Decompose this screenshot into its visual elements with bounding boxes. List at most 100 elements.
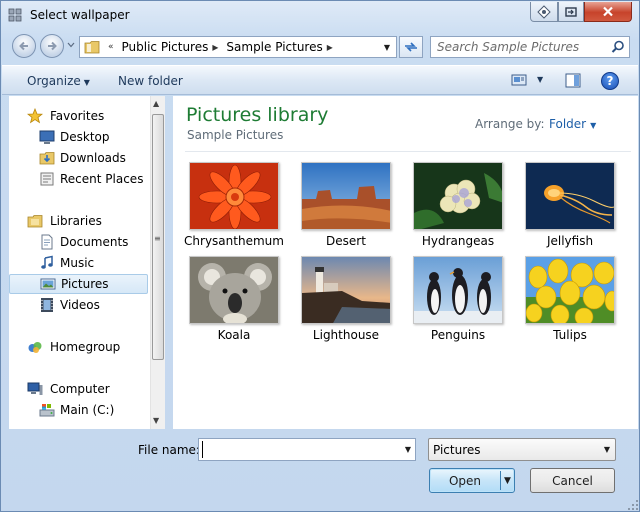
file-name-input[interactable] <box>202 441 392 458</box>
thumbnail-lighthouse[interactable]: Lighthouse <box>293 256 399 346</box>
chevron-down-icon: ▼ <box>83 78 90 87</box>
thumbnail-label: Tulips <box>553 328 587 342</box>
cancel-button[interactable]: Cancel <box>530 468 615 493</box>
arrange-by-dropdown[interactable]: Folder ▼ <box>549 117 596 131</box>
sidebar-item-libraries[interactable]: Libraries <box>9 211 148 231</box>
search-box[interactable] <box>430 36 630 58</box>
new-folder-button[interactable]: New folder <box>118 74 183 88</box>
sidebar-item-label: Desktop <box>60 130 110 144</box>
cancel-button-label: Cancel <box>552 474 593 488</box>
organize-button[interactable]: Organize ▼ <box>27 74 90 88</box>
thumbnail-koala[interactable]: Koala <box>181 256 287 346</box>
scroll-up-icon[interactable]: ▲ <box>153 99 159 108</box>
documents-icon <box>41 234 53 250</box>
restore-button[interactable] <box>558 2 584 22</box>
sidebar-item-label: Favorites <box>50 109 105 123</box>
tulips-image <box>525 256 615 324</box>
window-title: Select wallpaper <box>30 8 130 22</box>
thumbnail-penguins[interactable]: Penguins <box>405 256 511 346</box>
navigation-pane: Favorites Desktop Downloads Recent Place… <box>9 96 165 429</box>
breadcrumb-sample-pictures[interactable]: Sample Pictures <box>226 40 322 54</box>
sidebar-item-label: Libraries <box>50 214 102 228</box>
chevron-down-icon: ▼ <box>590 121 597 130</box>
refresh-button[interactable] <box>399 36 423 58</box>
thumbnail-label: Jellyfish <box>546 234 594 248</box>
organize-label: Organize <box>27 74 81 88</box>
library-title: Pictures library <box>186 104 329 126</box>
resize-grip-icon[interactable] <box>627 499 639 511</box>
file-name-dropdown-icon[interactable]: ▼ <box>405 445 411 454</box>
computer-icon <box>27 382 43 395</box>
thumbnail-label: Hydrangeas <box>421 234 495 248</box>
file-type-dropdown-icon[interactable]: ▼ <box>604 445 610 454</box>
library-subtitle[interactable]: Sample Pictures <box>187 128 283 142</box>
drive-icon <box>39 404 55 417</box>
open-button-label: Open <box>448 474 482 488</box>
sidebar-item-main-drive[interactable]: Main (C:) <box>9 400 148 420</box>
close-icon <box>603 6 613 17</box>
dialog-icon <box>8 8 22 22</box>
thumbnail-label: Lighthouse <box>312 328 380 342</box>
thumbnail-jellyfish[interactable]: Jellyfish <box>517 162 623 252</box>
recent-pages-dropdown-icon[interactable] <box>67 42 75 48</box>
address-bar[interactable]: « Public Pictures ▸ Sample Pictures ▸ ▼ <box>79 36 397 58</box>
thumbnail-label: Koala <box>217 328 251 342</box>
change-view-icon[interactable] <box>511 73 529 87</box>
preview-pane-icon[interactable] <box>565 73 581 88</box>
open-button[interactable]: Open ▼ <box>429 468 515 493</box>
dialog-window: Select wallpaper « Public Pictures ▸ Sam… <box>0 0 640 512</box>
search-icon[interactable] <box>611 40 625 54</box>
forward-arrow-icon <box>48 41 57 51</box>
close-button[interactable] <box>584 2 632 22</box>
context-help-button[interactable] <box>530 2 558 22</box>
sidebar-item-documents[interactable]: Documents <box>9 232 148 252</box>
file-type-value: Pictures <box>433 443 481 457</box>
arrange-by-label: Arrange by: <box>475 117 545 131</box>
sidebar-item-desktop[interactable]: Desktop <box>9 127 148 147</box>
thumbnail-tulips[interactable]: Tulips <box>517 256 623 346</box>
breadcrumb-separator-icon[interactable]: ▸ <box>212 40 218 54</box>
desert-image <box>301 162 391 230</box>
sidebar-item-label: Homegroup <box>50 340 121 354</box>
sidebar-item-pictures[interactable]: Pictures <box>9 274 148 294</box>
sidebar-item-favorites[interactable]: Favorites <box>9 106 148 126</box>
thumbnail-label: Chrysanthemum <box>184 234 284 248</box>
thumbnail-chrysanthemum[interactable]: Chrysanthemum <box>181 162 287 252</box>
address-dropdown-icon[interactable]: ▼ <box>380 40 394 54</box>
sidebar-item-recent-places[interactable]: Recent Places <box>9 169 148 189</box>
sidebar-item-downloads[interactable]: Downloads <box>9 148 148 168</box>
sidebar-item-music[interactable]: Music <box>9 253 148 273</box>
star-icon <box>27 108 43 124</box>
arrange-by-value: Folder <box>549 117 587 131</box>
sidebar-item-homegroup[interactable]: Homegroup <box>9 337 148 357</box>
breadcrumb-separator-icon[interactable]: ▸ <box>327 40 333 54</box>
desktop-icon <box>39 130 55 144</box>
scrollbar-grip-icon: ≡ <box>154 234 161 243</box>
help-button[interactable]: ? <box>601 72 619 90</box>
scroll-down-icon[interactable]: ▼ <box>153 416 159 425</box>
open-split-divider <box>500 471 501 490</box>
videos-icon <box>41 298 53 312</box>
search-input[interactable] <box>437 39 607 55</box>
sidebar-item-videos[interactable]: Videos <box>9 295 148 315</box>
thumbnail-desert[interactable]: Desert <box>293 162 399 252</box>
sidebar-item-computer[interactable]: Computer <box>9 379 148 399</box>
help-icon <box>537 4 551 19</box>
forward-button[interactable] <box>40 34 64 58</box>
file-name-combobox[interactable]: ▼ <box>198 438 416 461</box>
sidebar-item-label: Computer <box>50 382 110 396</box>
view-options-dropdown-icon[interactable]: ▼ <box>537 75 543 84</box>
file-type-select[interactable]: Pictures ▼ <box>428 438 616 461</box>
chrysanthemum-image <box>189 162 279 230</box>
recent-places-icon <box>40 172 54 186</box>
back-arrow-icon <box>19 41 28 51</box>
thumbnail-hydrangeas[interactable]: Hydrangeas <box>405 162 511 252</box>
downloads-folder-icon <box>39 152 55 165</box>
open-options-dropdown-icon[interactable]: ▼ <box>504 476 511 486</box>
libraries-icon <box>27 215 43 228</box>
title-bar[interactable]: Select wallpaper <box>1 1 639 29</box>
breadcrumb-overflow[interactable]: « <box>108 42 114 52</box>
back-button[interactable] <box>12 34 36 58</box>
breadcrumb-public-pictures[interactable]: Public Pictures <box>122 40 209 54</box>
nav-pane-scrollbar[interactable]: ▲ ≡ ▼ <box>150 96 165 429</box>
